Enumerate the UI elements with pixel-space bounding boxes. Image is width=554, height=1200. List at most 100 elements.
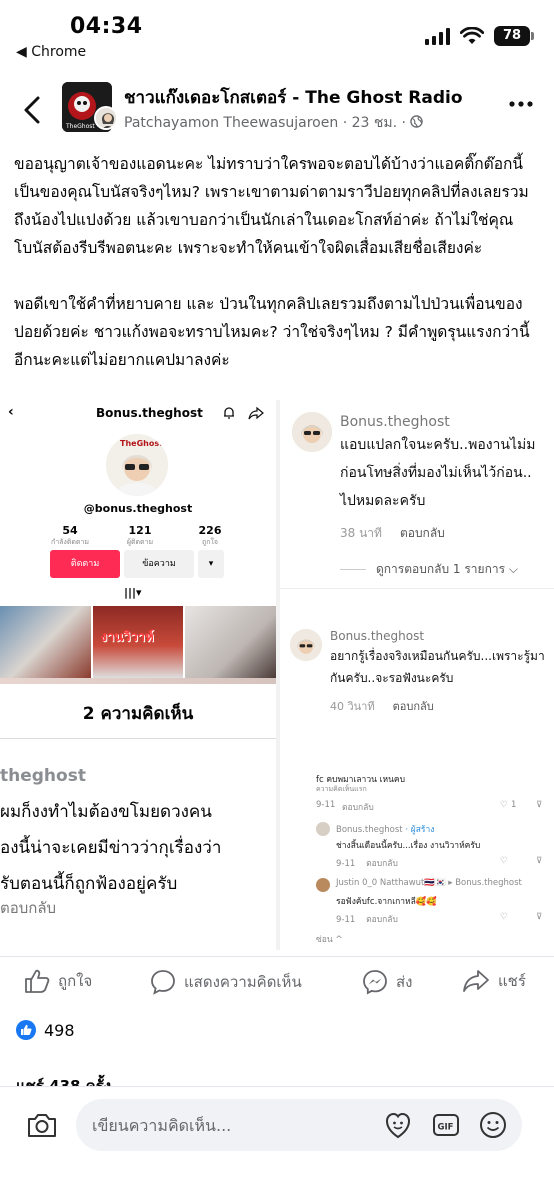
dislike-icon: ⊽ xyxy=(536,912,543,922)
bell-icon xyxy=(224,407,234,419)
stat-followers: 121 ผู้ติดตาม xyxy=(126,524,154,546)
comment-bubble-icon xyxy=(151,970,175,995)
share-arrow-icon xyxy=(248,406,264,420)
post-header: TheGhost ชาวแก๊งเดอะโกสเตอร์ - The Ghost… xyxy=(0,76,554,146)
reply-text: รอฟังค้บfc.จากเกาหลี🥰🥰 xyxy=(336,897,437,907)
reply-name: Bonus.theghost · ผู้สร้าง xyxy=(336,825,435,835)
wifi-icon xyxy=(460,27,484,44)
messenger-icon xyxy=(363,970,387,995)
reaction-count: 498 xyxy=(44,1020,75,1040)
commenter-avatar xyxy=(292,412,332,452)
comment-button[interactable]: แสดงความคิดเห็น xyxy=(150,969,302,995)
status-bar: 04:34 ◀ Chrome 78 xyxy=(0,0,554,70)
status-icons: 78 xyxy=(425,26,534,46)
commenter-name: Bonus.theghost xyxy=(330,629,425,643)
globe-icon xyxy=(410,115,424,128)
video-thumbnail xyxy=(185,606,276,678)
grid-tab-icon: |||▾ xyxy=(124,586,142,599)
comment-line: แอบแปลกใจนะครับ..พองานไม่ม xyxy=(340,437,536,453)
collage-image-replies[interactable]: fc คบพมาเลาวน เหนคบ ความคิดเห็นแรก 9-11 … xyxy=(280,770,554,950)
heart-icon: ♡ xyxy=(500,912,508,922)
cellular-signal-icon xyxy=(425,27,450,45)
tiktok-header: ‹ Bonus.theghost xyxy=(0,404,276,428)
author-avatar[interactable] xyxy=(94,106,118,130)
comment-line: ผมก็งงทำไมต้องขโมยดวงคน xyxy=(0,802,212,822)
tiktok-stats: 54 กำลังติดตาม 121 ผู้ติดตาม 226 ถูกใจ xyxy=(40,524,240,548)
post-action-bar: ถูกใจ แสดงความคิดเห็น ส่ง แชร์ xyxy=(0,956,554,1008)
like-reaction-icon xyxy=(16,1020,36,1040)
tiktok-message-button: ข้อความ xyxy=(124,550,194,578)
back-arrow-icon[interactable] xyxy=(18,92,48,128)
comment-count: 2 ความคิดเห็น xyxy=(82,704,194,724)
avatar-sticker-icon[interactable] xyxy=(384,1111,412,1139)
author-name[interactable]: Patchayamon Theewasujaroen xyxy=(124,115,338,131)
thumbs-up-icon xyxy=(25,969,50,993)
tiktok-back-icon: ‹ xyxy=(8,404,14,420)
battery-icon: 78 xyxy=(494,26,534,46)
reply-meta: 9-11 ตอบกลับ xyxy=(336,859,398,869)
like-button[interactable]: ถูกใจ xyxy=(24,969,92,993)
post-paragraph-1: ขออนุญาตเจ้าของแอดนะคะ ไม่ทราบว่าใครพอจะ… xyxy=(14,155,529,257)
stat-likes: 226 ถูกใจ xyxy=(198,524,222,546)
send-button[interactable]: ส่ง xyxy=(362,969,412,995)
emoji-icon[interactable] xyxy=(479,1111,507,1139)
photo-collage[interactable]: ‹ Bonus.theghost TheGhost @bonus.theghos… xyxy=(0,400,554,950)
thumbnail-text: งานวิวาห์ xyxy=(100,630,154,645)
comment-meta: 38 นาที ตอบกลับ xyxy=(340,526,445,540)
stat-following: 54 กำลังติดตาม xyxy=(50,524,90,546)
gif-icon[interactable]: GIF xyxy=(432,1111,460,1139)
back-to-chrome-link[interactable]: ◀ Chrome xyxy=(16,44,86,60)
send-label: ส่ง xyxy=(396,973,413,991)
commenter-name: theghost xyxy=(0,766,86,786)
tiktok-more-button: ▾ xyxy=(198,550,224,578)
dislike-icon: ⊽ xyxy=(536,856,543,866)
share-button[interactable]: แชร์ xyxy=(462,969,526,993)
tiktok-username: Bonus.theghost xyxy=(96,406,203,420)
comment-line: ไปหมดละครับ xyxy=(340,493,426,509)
comment-meta: 40 วินาที ตอบกลับ xyxy=(330,700,434,713)
tiktok-thumbnails: งานวิวาห์ xyxy=(0,606,276,678)
reply-link: ตอบกลับ xyxy=(0,899,57,917)
collage-image-comment-2[interactable]: Bonus.theghost อยากรู้เรื่องจริงเหมือนกั… xyxy=(280,588,554,766)
page-name[interactable]: ชาวแก๊งเดอะโกสเตอร์ - The Ghost Radio xyxy=(124,84,463,111)
comment-line: อยากรู้เรื่องจริงเหมือนกันครับ...เพราะรู… xyxy=(330,649,545,663)
heart-icon: ♡ xyxy=(500,856,508,866)
reply-avatar xyxy=(316,822,330,836)
video-thumbnail xyxy=(0,606,91,678)
tiktok-handle: @bonus.theghost xyxy=(83,502,193,515)
post-paragraph-2: พอดีเขาใช้คำที่หยาบคาย และ ป่วนในทุกคลิป… xyxy=(14,295,530,369)
battery-level: 78 xyxy=(494,26,530,46)
like-count: 1 xyxy=(511,800,517,810)
comment-sub: ความคิดเห็นแรก xyxy=(316,785,367,793)
more-dots-icon[interactable] xyxy=(508,98,534,110)
share-icon xyxy=(463,970,489,992)
tiktok-avatar-text: TheGhost xyxy=(120,439,163,448)
reply-meta: 9-11 ตอบกลับ xyxy=(336,915,398,925)
tiktok-avatar: TheGhost xyxy=(106,434,168,496)
reply-avatar xyxy=(316,878,330,892)
collage-image-comment-1[interactable]: Bonus.theghost แอบแปลกใจนะครับ..พองานไม่… xyxy=(280,400,554,585)
collage-image-profile[interactable]: ‹ Bonus.theghost TheGhost @bonus.theghos… xyxy=(0,400,276,950)
status-time: 04:34 xyxy=(70,14,143,39)
camera-icon[interactable] xyxy=(26,1111,58,1139)
share-label: แชร์ xyxy=(498,972,526,990)
comment-line: องนี้น่าจะเคยมีข่าวว่ากุเรื่องว่า xyxy=(0,838,222,858)
comment-composer: GIF xyxy=(0,1086,554,1200)
page-avatar-text: TheGhost xyxy=(65,123,95,130)
reactions-summary[interactable]: 498 xyxy=(16,1020,75,1040)
tiktok-follow-button: ติดตาม xyxy=(50,550,120,578)
comment-line: กันครับ..จะรอฟังนะครับ xyxy=(330,671,454,685)
like-label: ถูกใจ xyxy=(58,972,93,990)
commenter-avatar xyxy=(290,629,322,661)
comment-line: ก่อนโทษสิ่งที่มองไม่เห็นไว้ก่อน.. xyxy=(340,465,532,481)
video-thumbnail: งานวิวาห์ xyxy=(92,606,184,678)
hide-replies-link: ซ่อน ^ xyxy=(316,935,343,945)
heart-icon: ♡ xyxy=(500,800,508,810)
post-meta: Patchayamon Theewasujaroen · 23 ชม. · xyxy=(124,112,424,134)
comment-reply: ตอบกลับ xyxy=(342,803,374,813)
comment-label: แสดงความคิดเห็น xyxy=(184,973,302,991)
reply-name: Justin 0_0 Natthawut🇹🇭🇰🇷 ▸ Bonus.theghos… xyxy=(336,878,522,888)
post-time: 23 ชม. xyxy=(351,115,398,131)
commenter-name: Bonus.theghost xyxy=(340,414,450,430)
post-body: ขออนุญาตเจ้าของแอดนะคะ ไม่ทราบว่าใครพอจะ… xyxy=(14,150,544,402)
